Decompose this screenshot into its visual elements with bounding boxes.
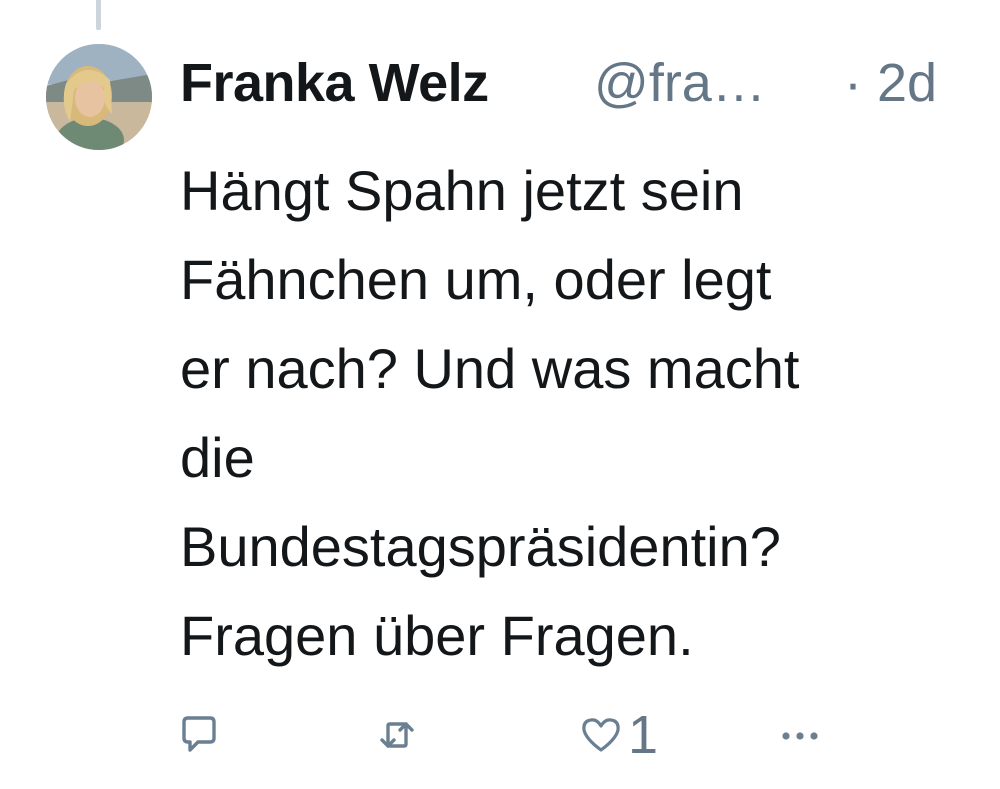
like-count: 1: [628, 705, 659, 765]
avatar[interactable]: [46, 44, 152, 150]
avatar-photo: [46, 44, 152, 150]
tweet-text-line: er nach? Und was macht: [180, 337, 800, 400]
reply-button[interactable]: [176, 710, 222, 760]
like-button[interactable]: 1: [578, 705, 659, 765]
tweet-header: Franka Welz @fra… · 2d: [180, 44, 980, 124]
tweet-text-line: Fähnchen um, oder legt: [180, 248, 772, 311]
more-icon: [782, 732, 818, 740]
reply-icon: [182, 716, 216, 752]
tweet-text: Hängt Spahn jetzt sein Fähnchen um, oder…: [180, 146, 970, 680]
tweet-text-line: Fragen über Fragen.: [180, 604, 694, 667]
retweet-button[interactable]: [374, 710, 420, 760]
heart-icon: [582, 718, 620, 752]
author-name[interactable]: Franka Welz: [180, 52, 489, 114]
tweet-actions-bar: 1: [0, 700, 1000, 770]
tweet-text-line: Bundestagspräsidentin?: [180, 515, 781, 578]
author-handle[interactable]: @fra…: [594, 52, 766, 114]
more-button[interactable]: [778, 710, 824, 760]
retweet-icon: [380, 722, 414, 748]
tweet-timestamp[interactable]: · 2d: [844, 52, 937, 114]
tweet-text-line: die: [180, 426, 255, 489]
thread-connector-line: [96, 0, 101, 30]
tweet-text-line: Hängt Spahn jetzt sein: [180, 159, 744, 222]
